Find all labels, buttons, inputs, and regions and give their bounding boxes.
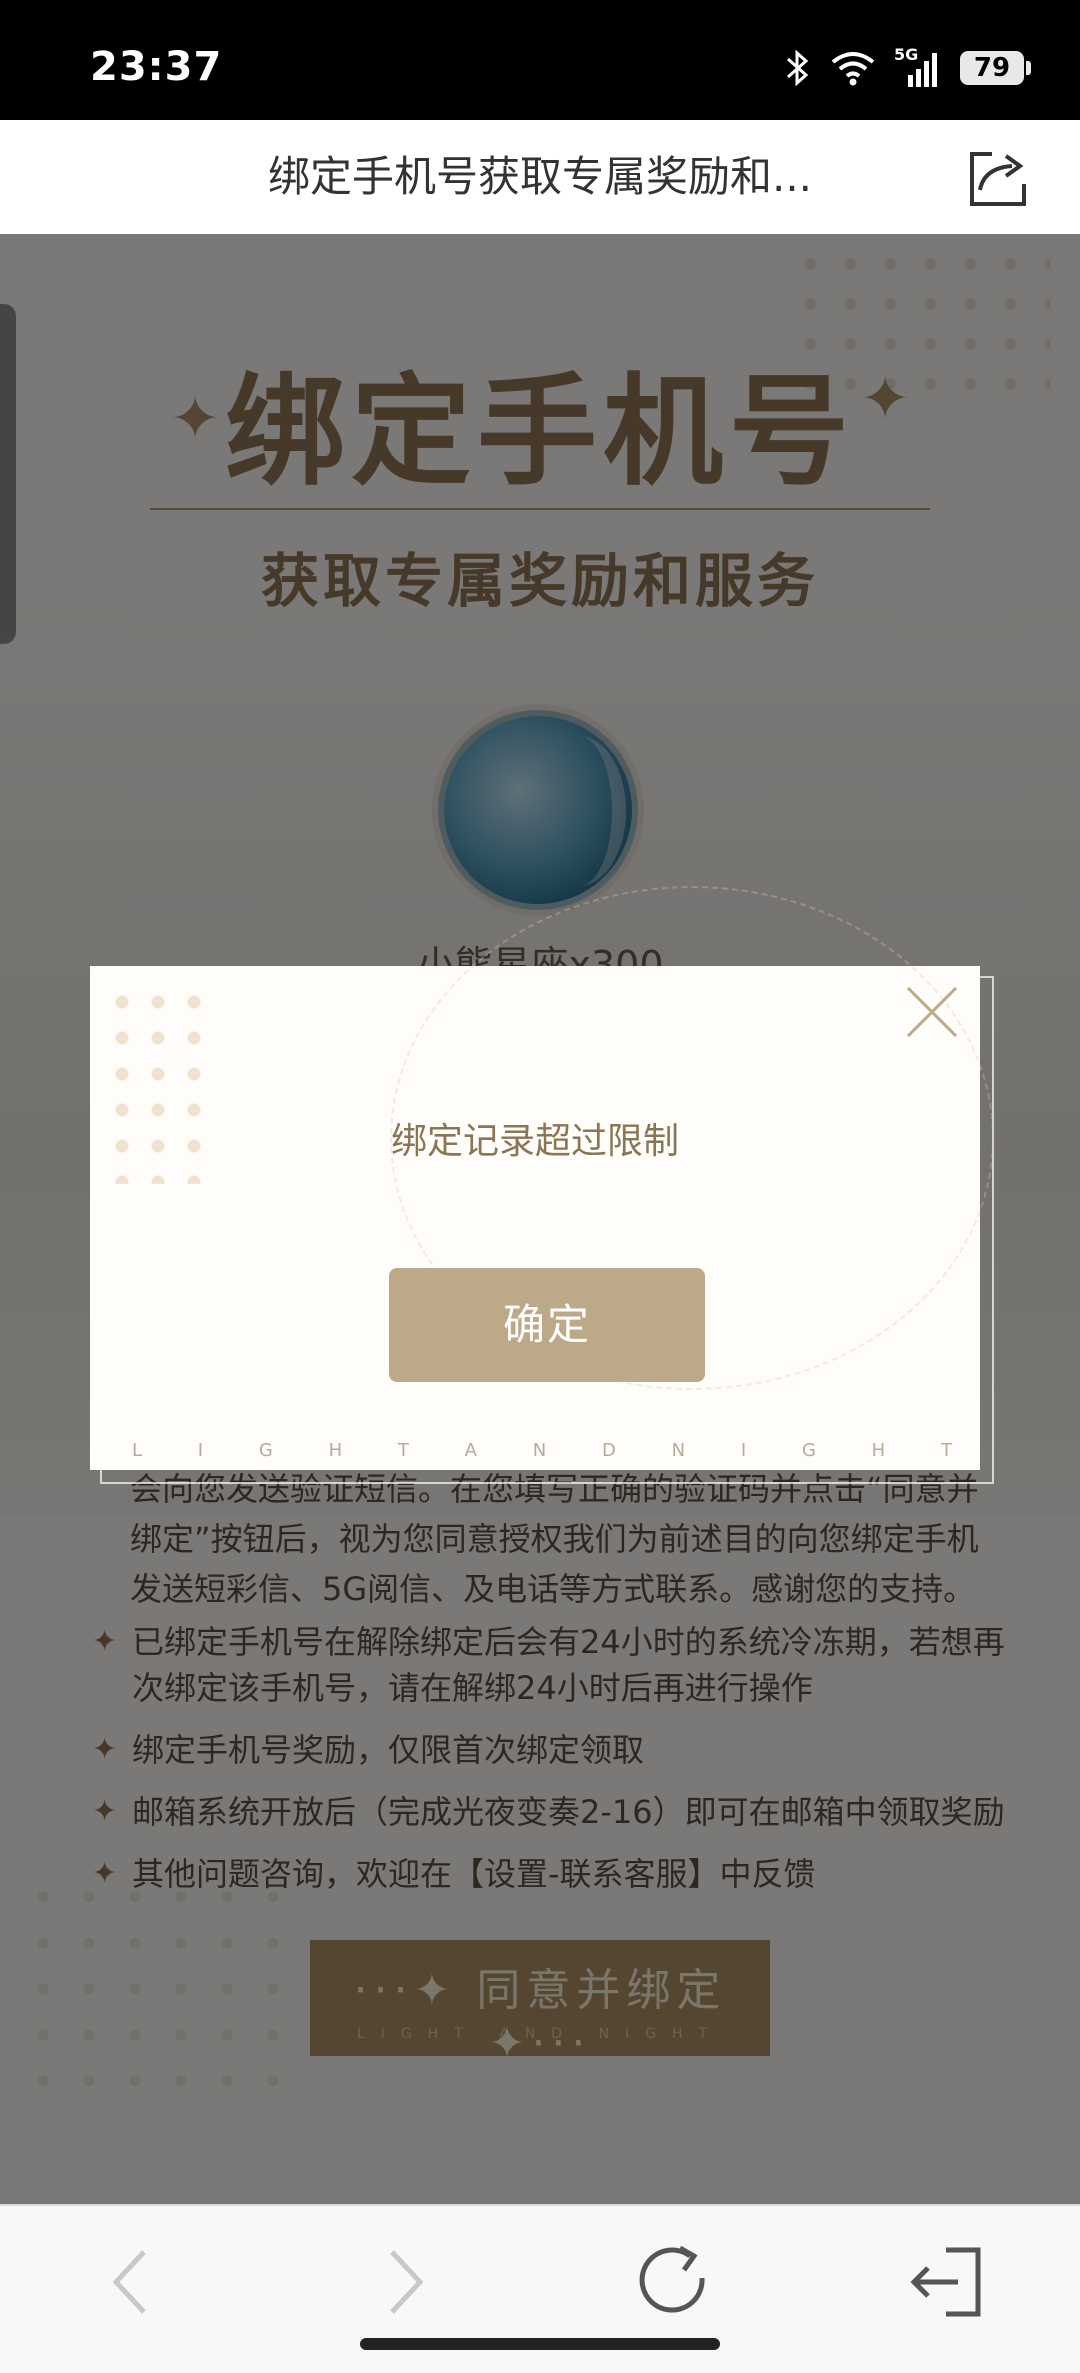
bluetooth-icon bbox=[787, 49, 809, 87]
footer-letter: D bbox=[602, 1440, 616, 1461]
status-icons: 5G 79 bbox=[784, 45, 1031, 88]
page-title: 绑定手机号获取专属奖励和... bbox=[267, 152, 813, 201]
footer-letter: G bbox=[258, 1440, 273, 1461]
battery-icon: 79 bbox=[960, 51, 1031, 85]
forward-icon[interactable] bbox=[352, 2232, 452, 2332]
footer-letter: G bbox=[801, 1440, 816, 1461]
footer-letter: N bbox=[532, 1440, 547, 1461]
footer-letter: H bbox=[328, 1440, 343, 1461]
home-indicator[interactable] bbox=[360, 2338, 720, 2350]
status-bar: 23:37 5G 79 bbox=[0, 0, 1080, 120]
refresh-icon[interactable] bbox=[624, 2232, 724, 2332]
exit-icon[interactable] bbox=[896, 2232, 996, 2332]
nav-bar: 绑定手机号获取专属奖励和... bbox=[0, 120, 1080, 234]
close-icon[interactable] bbox=[904, 984, 960, 1040]
network-label: 5G bbox=[894, 45, 919, 64]
confirm-button[interactable]: 确定 bbox=[389, 1268, 705, 1382]
footer-letter: H bbox=[871, 1440, 886, 1461]
footer-letter: T bbox=[940, 1440, 952, 1461]
footer-letter: A bbox=[464, 1440, 477, 1461]
wifi-icon bbox=[831, 52, 875, 86]
alert-dialog: 绑定记录超过限制 确定 L I G H T A N D N I G H T bbox=[90, 886, 994, 1470]
share-icon[interactable] bbox=[966, 146, 1030, 210]
dialog-message: 绑定记录超过限制 bbox=[390, 1121, 679, 1162]
screen: 23:37 5G 79 绑定手机号获取专属奖励和... ✦ ✦ bbox=[0, 0, 1080, 2373]
footer-letter: I bbox=[740, 1440, 747, 1461]
footer-letter: L bbox=[132, 1440, 143, 1461]
footer-letter: I bbox=[197, 1440, 204, 1461]
footer-letter: N bbox=[671, 1440, 686, 1461]
status-time: 23:37 bbox=[90, 44, 223, 90]
footer-letter: T bbox=[397, 1440, 409, 1461]
dialog-footer-brand: L I G H T A N D N I G H T bbox=[132, 1440, 952, 1461]
signal-icon: 5G bbox=[894, 45, 942, 87]
back-icon[interactable] bbox=[84, 2232, 184, 2332]
